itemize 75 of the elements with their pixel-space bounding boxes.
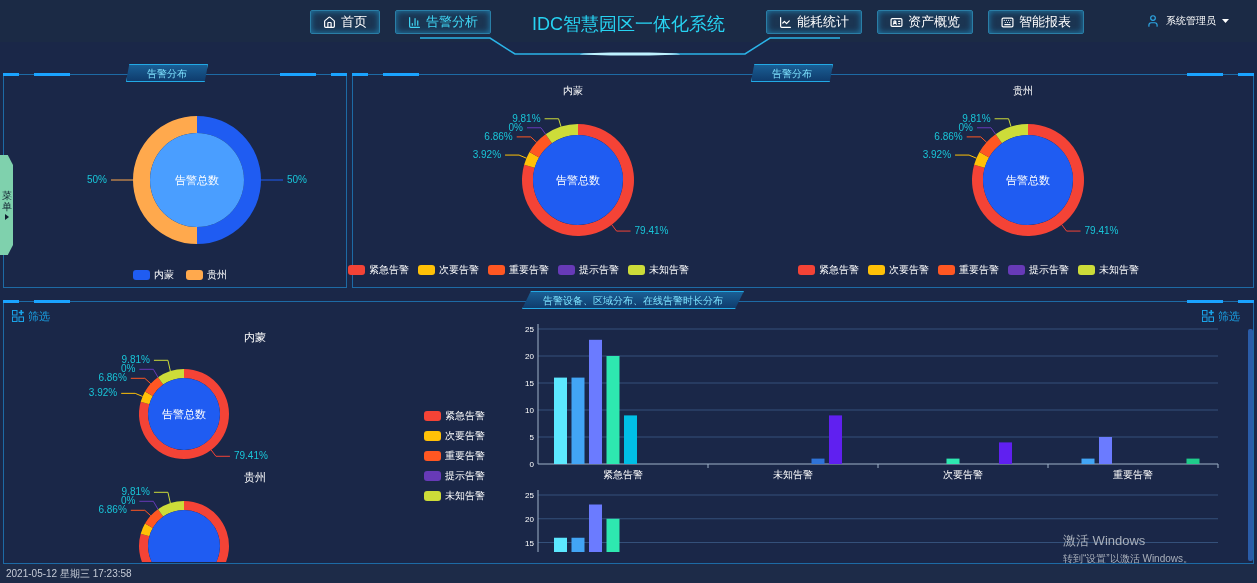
percent-label: 79.41% (233, 449, 268, 461)
percent-label: 50% (287, 174, 307, 185)
legend-label: 提示告警 (578, 263, 619, 277)
legend-label: 重要告警 (958, 263, 999, 277)
percent-label: 6.86% (98, 371, 127, 383)
percent-label: 9.81% (512, 112, 541, 124)
legend-label: 提示告警 (445, 469, 485, 483)
nav-tab[interactable]: 告警分析 (395, 10, 491, 34)
chart-title: 贵州 (1013, 84, 1033, 98)
nav-tab[interactable]: 资产概览 (877, 10, 973, 34)
percent-label: 9.81% (121, 353, 150, 365)
percent-label: 3.92% (922, 149, 952, 161)
axis-tick-label: 25 (525, 491, 534, 500)
app-title: IDC智慧园区一体化系统 (532, 13, 725, 36)
legend-label: 次要告警 (888, 263, 929, 277)
percent-label: 3.92% (88, 386, 118, 398)
nav-tab[interactable]: 首页 (310, 10, 380, 34)
percent-label: 79.41% (1084, 225, 1119, 237)
panel-title: 告警分布 (126, 64, 208, 82)
axis-tick-label: 10 (525, 406, 534, 415)
side-menu-tab[interactable]: 菜单 (0, 155, 13, 255)
axis-tick-label: 15 (525, 379, 534, 388)
percent-label: 0% (120, 494, 136, 506)
percent-label: 0% (958, 121, 973, 133)
percent-label: 50% (87, 174, 107, 185)
center-label: 告警总数 (1006, 174, 1050, 186)
nav-tab[interactable]: 智能报表 (988, 10, 1084, 34)
user-menu[interactable]: 系统管理员 (1146, 13, 1229, 28)
percent-label: 6.86% (98, 503, 127, 515)
axis-category-label: 未知告警 (773, 469, 813, 480)
percent-label: 9.81% (121, 485, 150, 497)
center-label: 告警总数 (162, 407, 206, 420)
chart-title: 贵州 (244, 470, 267, 484)
legend-label: 紧急告警 (368, 263, 409, 277)
axis-tick-label: 25 (525, 325, 534, 334)
panel-title: 告警分布 (751, 64, 833, 82)
legend-label: 提示告警 (1028, 263, 1069, 277)
filter-button[interactable]: 筛选 (1202, 308, 1240, 324)
axis-category-label: 紧急告警 (603, 469, 643, 480)
axis-tick-label: 20 (525, 514, 534, 524)
legend-label: 紧急告警 (445, 409, 485, 423)
activation-title: 激活 Windows (1063, 532, 1147, 550)
legend-label: 紧急告警 (818, 263, 859, 277)
percent-label: 79.41% (634, 225, 669, 237)
percent-label: 9.81% (962, 112, 991, 124)
percent-label: 6.86% (934, 130, 963, 142)
center-label: 告警总数 (175, 174, 219, 186)
legend-label: 重要告警 (445, 449, 485, 463)
legend-label: 次要告警 (438, 263, 479, 277)
axis-tick-label: 20 (525, 352, 534, 361)
axis-tick-label: 5 (529, 433, 534, 442)
axis-category-label: 次要告警 (943, 469, 983, 480)
axis-category-label: 重要告警 (1113, 469, 1153, 480)
legend-label: 重要告警 (508, 263, 549, 277)
legend-label: 贵州 (207, 268, 227, 282)
filter-button[interactable]: 筛选 (12, 308, 424, 325)
nav-tab[interactable]: 能耗统计 (766, 10, 862, 34)
legend-label: 未知告警 (445, 489, 485, 503)
legend-label: 未知告警 (1098, 263, 1139, 277)
side-menu-label: 菜单 (1, 190, 12, 212)
chart-title: 内蒙 (563, 84, 583, 98)
percent-label: 0% (508, 121, 523, 133)
activation-text: 转到“设置”以激活 Windows。 (1063, 551, 1193, 566)
percent-label: 0% (120, 362, 136, 374)
legend-label: 次要告警 (445, 429, 485, 443)
chart-title: 内蒙 (244, 330, 267, 344)
percent-label: 6.86% (484, 130, 513, 142)
percent-label: 3.92% (472, 149, 502, 161)
legend-label: 未知告警 (648, 263, 689, 277)
date-time: 2021-05-12 星期三 17:23:58 (6, 567, 132, 581)
legend-label: 内蒙 (154, 268, 174, 282)
axis-tick-label: 15 (525, 538, 534, 548)
axis-tick-label: 0 (529, 460, 534, 469)
panel-title: 告警设备、区域分布、在线告警时长分布 (522, 291, 744, 309)
center-label: 告警总数 (556, 174, 600, 186)
